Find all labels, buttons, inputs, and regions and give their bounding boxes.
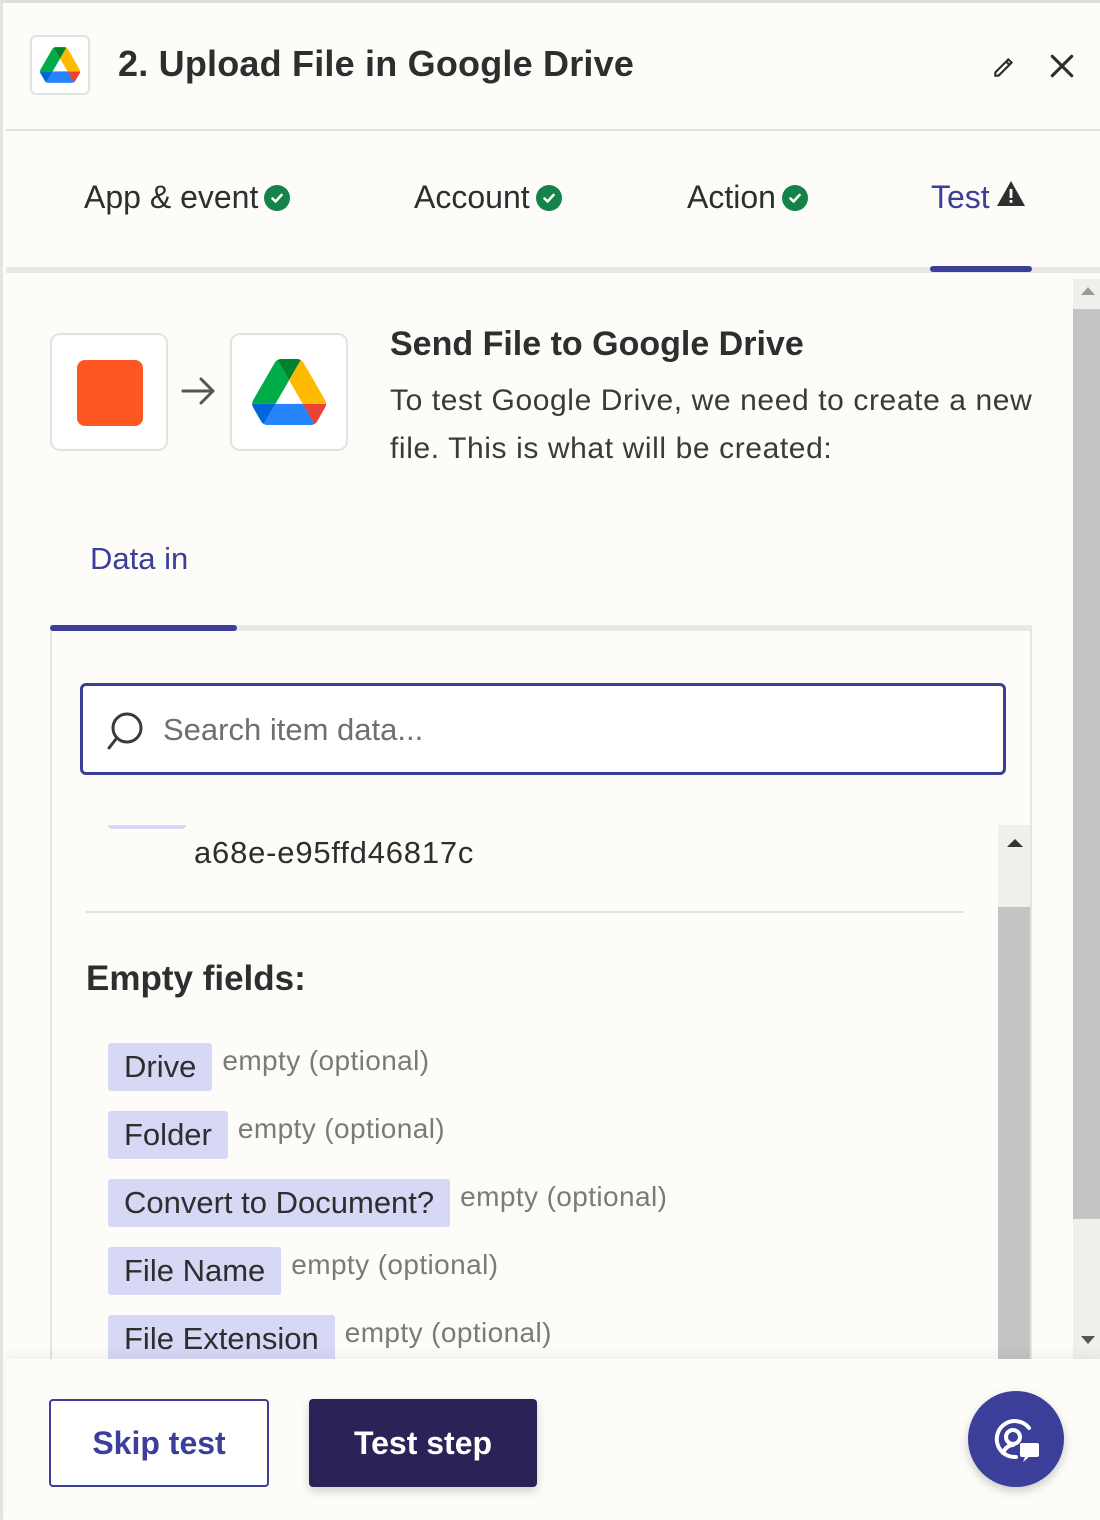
skip-test-button[interactable]: Skip test [49,1399,269,1487]
arrow-right-icon [180,375,218,412]
field-empty-note: empty (optional) [460,1181,668,1212]
step-panel: 2. Upload File in Google Drive App & eve… [0,0,1100,1520]
search-box [80,683,1006,775]
tab-test[interactable]: Test [931,179,1026,216]
empty-fields-heading: Empty fields: [86,959,306,998]
test-content: Send File to Google Drive To test Google… [6,279,1071,1359]
check-circle-icon [264,184,291,211]
panel-footer: Skip test Test step [6,1359,1100,1520]
panel-header: 2. Upload File in Google Drive [6,3,1100,131]
field-chip: Convert to Document? [108,1179,451,1227]
scrollbar-thumb[interactable] [998,907,1030,1359]
search-input[interactable] [163,704,983,756]
list-item: Folder empty (optional) [108,1111,445,1159]
field-empty-note: empty (optional) [344,1317,552,1348]
tab-label: App & event [84,179,259,215]
field-empty-note: empty (optional) [222,1045,430,1076]
send-file-description: To test Google Drive, we need to create … [390,384,1033,465]
list-item: Drive empty (optional) [108,1043,430,1091]
tab-account[interactable]: Account [414,179,562,216]
list-scrollbar[interactable] [998,825,1030,1359]
scrollbar-thumb[interactable] [1073,309,1100,1219]
scroll-up-arrow-icon[interactable] [1081,287,1095,295]
field-chip: File Extension [108,1315,335,1359]
step-tabs: App & event Account Action Test [6,133,1100,273]
field-empty-note: empty (optional) [291,1249,499,1280]
list-item: Convert to Document? empty (optional) [108,1179,667,1227]
list-item: File Extension empty (optional) [108,1315,552,1359]
google-drive-icon [230,333,348,451]
source-app-icon [50,333,168,451]
field-value: a68e-e95ffd46817c [194,835,475,870]
close-button[interactable] [1042,45,1082,87]
scroll-down-arrow-icon[interactable] [1081,1336,1095,1344]
close-icon [1050,54,1074,78]
tab-app-event[interactable]: App & event [84,179,291,216]
scroll-up-arrow-icon[interactable] [1007,839,1023,847]
tab-action[interactable]: Action [687,179,808,216]
field-empty-note: empty (optional) [237,1113,446,1144]
data-list: a68e-e95ffd46817c Empty fields: Drive em… [52,825,1032,1359]
help-button[interactable] [968,1391,1064,1487]
tab-label: Account [414,179,530,215]
google-drive-icon [30,35,90,95]
page-title: 2. Upload File in Google Drive [118,43,635,84]
check-circle-icon [535,184,562,211]
divider [86,911,964,913]
check-circle-icon [781,184,808,211]
field-chip-partial [108,825,186,829]
support-chat-icon [994,1419,1039,1462]
field-chip: Folder [108,1111,228,1159]
tab-label: Action [687,179,776,215]
source-app-square [77,360,143,426]
tab-label: Test [931,179,990,215]
send-file-title: Send File to Google Drive [390,325,804,363]
warning-triangle-icon [996,179,1026,216]
list-item: File Name empty (optional) [108,1247,498,1295]
edit-title-button[interactable] [986,47,1022,87]
field-chip: File Name [108,1247,282,1295]
active-tab-indicator [930,266,1032,272]
search-icon [105,710,145,757]
test-step-button[interactable]: Test step [309,1399,537,1487]
field-chip: Drive [108,1043,213,1091]
tab-data-in[interactable]: Data in [90,541,188,577]
pencil-icon [994,57,1014,77]
data-card: a68e-e95ffd46817c Empty fields: Drive em… [50,631,1032,1359]
panel-scrollbar[interactable] [1073,279,1100,1359]
